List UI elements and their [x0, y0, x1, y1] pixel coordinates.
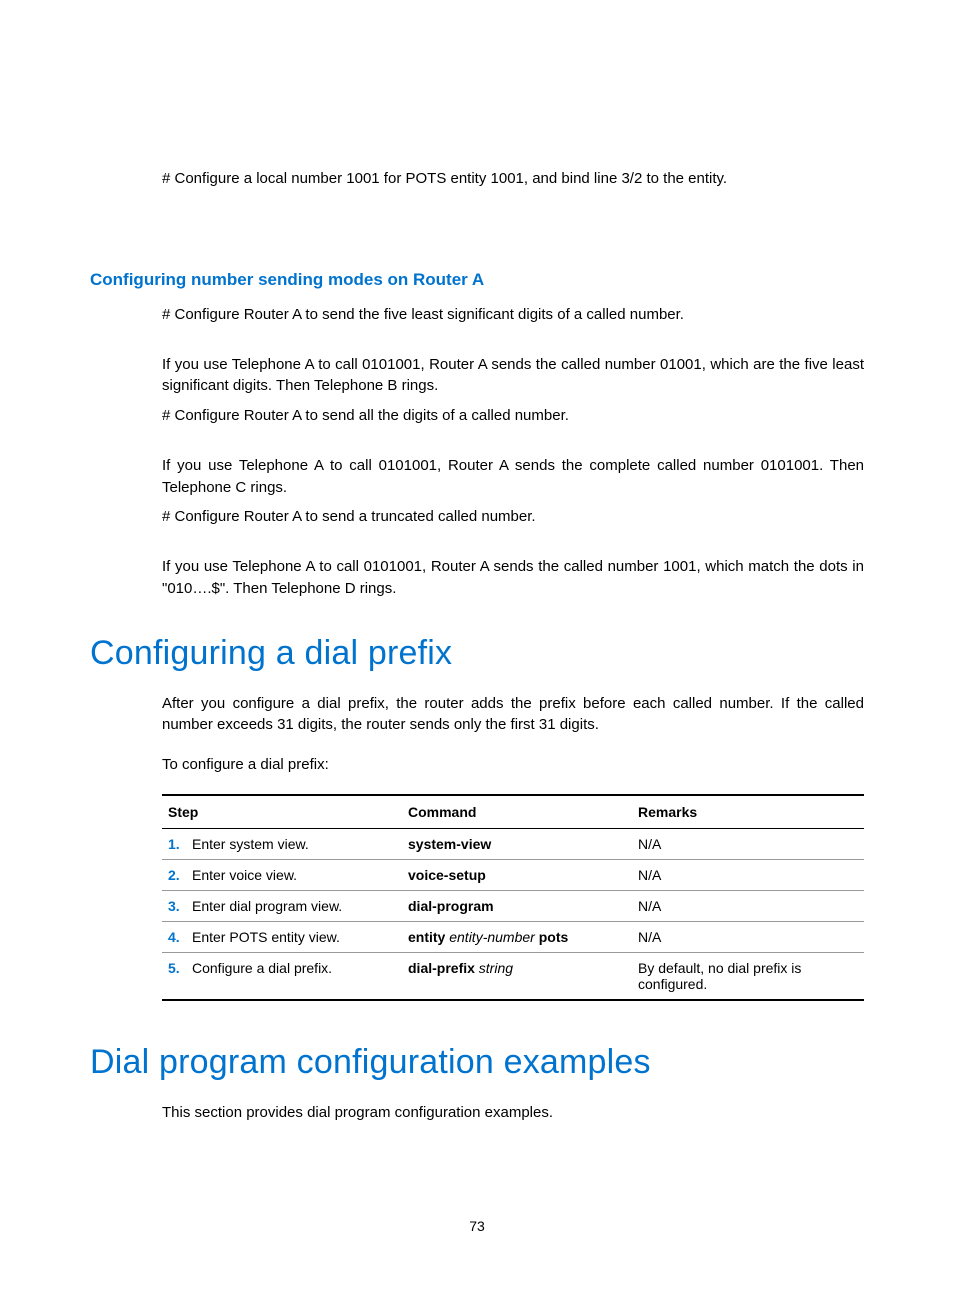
s2-intro1: After you configure a dial prefix, the r… — [162, 693, 864, 737]
s1-p2: If you use Telephone A to call 0101001, … — [162, 354, 864, 398]
cell-remarks: N/A — [632, 828, 864, 859]
s1-p4: If you use Telephone A to call 0101001, … — [162, 455, 864, 499]
heading-section3: Dial program configuration examples — [90, 1043, 864, 1082]
s1-p6: If you use Telephone A to call 0101001, … — [162, 556, 864, 600]
cell-step: 3.Enter dial program view. — [162, 890, 402, 921]
cell-step: 4.Enter POTS entity view. — [162, 921, 402, 952]
s1-p5: # Configure Router A to send a truncated… — [162, 506, 864, 528]
cell-command: dial-prefix string — [402, 952, 632, 1000]
s1-p1: # Configure Router A to send the five le… — [162, 304, 864, 326]
th-step: Step — [162, 795, 402, 829]
cell-remarks: N/A — [632, 890, 864, 921]
table-row: 3.Enter dial program view.dial-programN/… — [162, 890, 864, 921]
heading-section1: Configuring number sending modes on Rout… — [90, 270, 864, 290]
th-remarks: Remarks — [632, 795, 864, 829]
table-row: 5.Configure a dial prefix.dial-prefix st… — [162, 952, 864, 1000]
cell-step: 2.Enter voice view. — [162, 859, 402, 890]
cell-step: 5.Configure a dial prefix. — [162, 952, 402, 1000]
cell-command: entity entity-number pots — [402, 921, 632, 952]
table-row: 4.Enter POTS entity view.entity entity-n… — [162, 921, 864, 952]
s1-p3: # Configure Router A to send all the dig… — [162, 405, 864, 427]
page-number: 73 — [0, 1218, 954, 1234]
intro-para: # Configure a local number 1001 for POTS… — [162, 168, 864, 190]
cell-remarks: By default, no dial prefix is configured… — [632, 952, 864, 1000]
th-command: Command — [402, 795, 632, 829]
cell-remarks: N/A — [632, 921, 864, 952]
heading-section2: Configuring a dial prefix — [90, 634, 864, 673]
cell-command: dial-program — [402, 890, 632, 921]
dial-prefix-table: Step Command Remarks 1.Enter system view… — [162, 794, 864, 1001]
cell-command: system-view — [402, 828, 632, 859]
cell-command: voice-setup — [402, 859, 632, 890]
s3-p1: This section provides dial program confi… — [162, 1102, 864, 1124]
table-row: 2.Enter voice view.voice-setupN/A — [162, 859, 864, 890]
cell-step: 1.Enter system view. — [162, 828, 402, 859]
cell-remarks: N/A — [632, 859, 864, 890]
table-row: 1.Enter system view.system-viewN/A — [162, 828, 864, 859]
s2-intro2: To configure a dial prefix: — [162, 754, 864, 776]
